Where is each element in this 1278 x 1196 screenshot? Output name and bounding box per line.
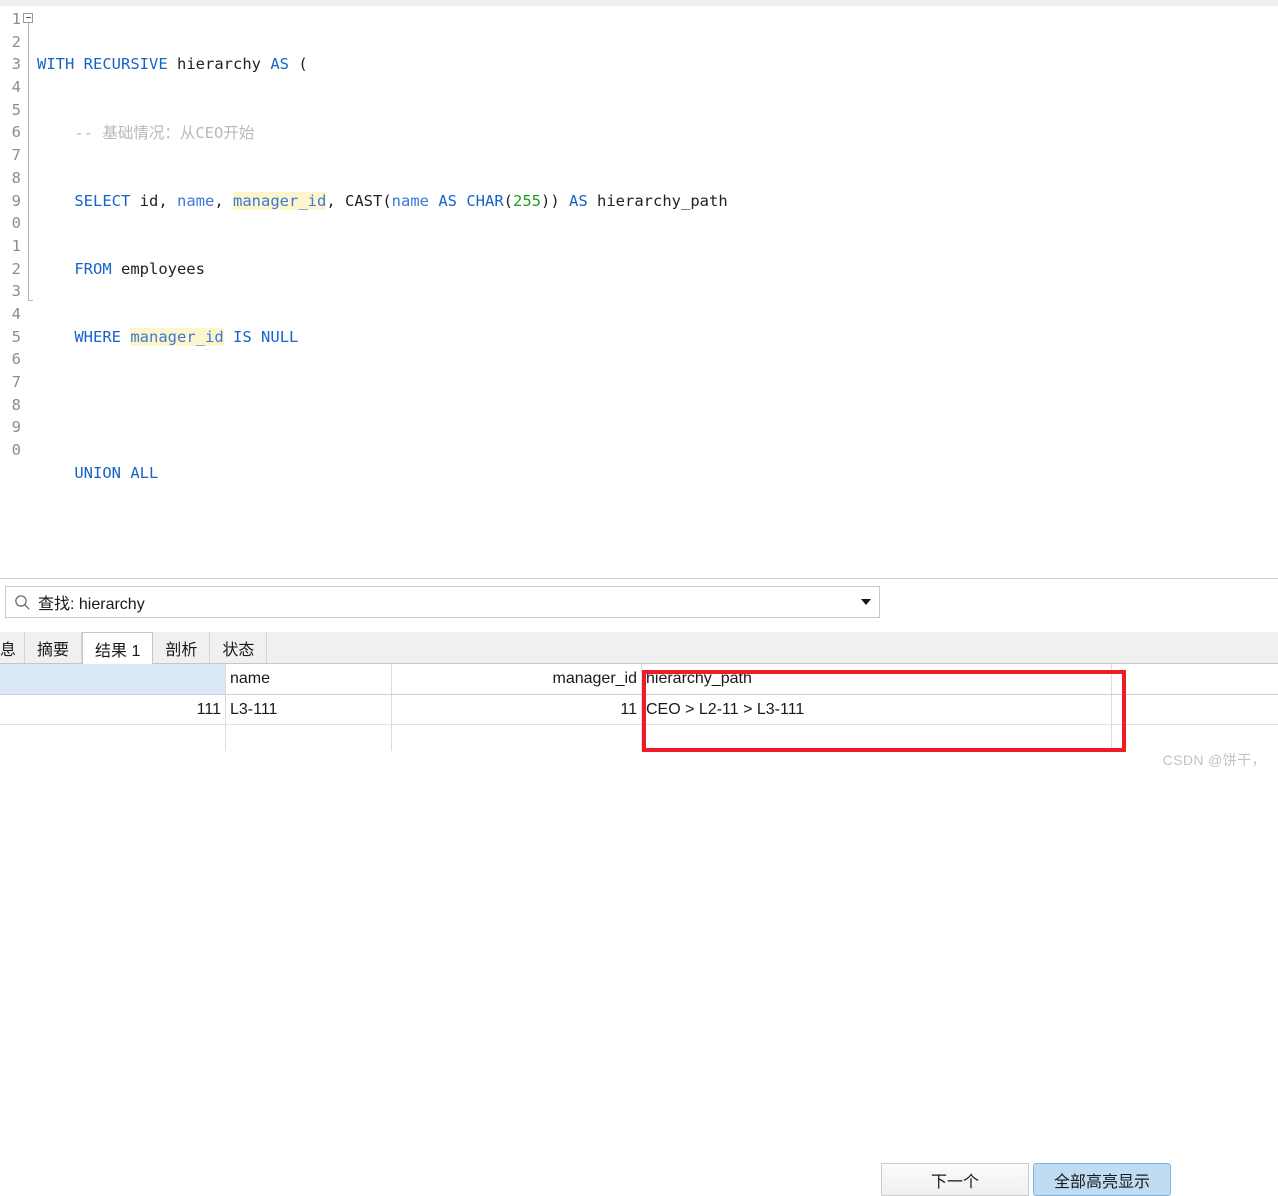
code-folding-gutter[interactable] (22, 6, 36, 578)
code-area[interactable]: 1 2 3 4 5 6 7 8 9 0 1 2 3 4 5 6 7 8 9 0 (0, 6, 1278, 578)
tab-bar-filler (267, 632, 1278, 663)
code-line-1: WITH RECURSIVE hierarchy AS ( (37, 55, 308, 74)
find-bar: 查找: hierarchy 下一个 全部高亮显示 (0, 578, 1278, 1196)
cell-manager-id[interactable]: 11 (392, 695, 642, 724)
line-number: 8 (11, 168, 21, 187)
cell-empty-id (0, 725, 226, 751)
search-input-value: 查找: hierarchy (38, 596, 145, 613)
search-icon (15, 594, 30, 610)
line-number: 1 (11, 236, 21, 255)
code-text[interactable]: WITH RECURSIVE hierarchy AS ( -- 基础情况：从C… (36, 6, 1278, 578)
column-header-name[interactable]: name (226, 664, 392, 694)
line-number-gutter: 1 2 3 4 5 6 7 8 9 0 1 2 3 4 5 6 7 8 9 0 (0, 6, 22, 578)
line-number: 2 (11, 259, 21, 278)
cell-hierarchy-path[interactable]: CEO > L2-11 > L3-111 (642, 695, 1112, 724)
grid-empty-row (0, 725, 1278, 751)
line-number: 6 (11, 350, 21, 369)
line-number: 7 (11, 146, 21, 165)
line-number: 5 (11, 327, 21, 346)
cell-name[interactable]: L3-111 (226, 695, 392, 724)
code-line-5: WHERE manager_id IS NULL (74, 327, 299, 346)
line-number: 9 (11, 418, 21, 437)
column-header-id[interactable] (0, 664, 226, 694)
chevron-down-icon[interactable] (861, 599, 871, 605)
line-number: 3 (11, 55, 21, 74)
line-number: 0 (11, 441, 21, 460)
line-number: 5 (11, 100, 21, 119)
grid-table: name manager_id hierarchy_path 111 L3-11… (0, 664, 1278, 751)
cell-empty-filler (1112, 725, 1278, 751)
column-header-manager-id[interactable]: manager_id (392, 664, 642, 694)
code-line-3: SELECT id, name, manager_id, CAST(name A… (74, 191, 728, 210)
tab-summary[interactable]: 摘要 (25, 632, 83, 663)
line-number: 8 (11, 395, 21, 414)
tab-info[interactable]: 息 (0, 632, 26, 663)
line-number: 9 (11, 191, 21, 210)
highlight-all-button[interactable]: 全部高亮显示 (1033, 1163, 1171, 1196)
search-input[interactable]: 查找: hierarchy (5, 586, 880, 618)
code-line-7: UNION ALL (74, 463, 159, 482)
cell-empty-manager-id (392, 725, 642, 751)
code-line-2: -- 基础情况：从CEO开始 (37, 123, 255, 142)
line-number: 4 (11, 304, 21, 323)
find-next-button[interactable]: 下一个 (881, 1163, 1029, 1196)
line-number: 1 (11, 10, 21, 28)
cell-filler (1112, 695, 1278, 724)
fold-range-line (28, 23, 29, 301)
line-number: 4 (11, 78, 21, 97)
line-number: 7 (11, 373, 21, 391)
cell-empty-hierarchy-path (642, 725, 1112, 751)
result-grid[interactable]: name manager_id hierarchy_path 111 L3-11… (0, 664, 1278, 779)
table-row[interactable]: 111 L3-111 11 CEO > L2-11 > L3-111 (0, 695, 1278, 725)
line-number: 6 (11, 123, 21, 142)
line-number: 2 (11, 32, 21, 51)
column-header-filler (1112, 664, 1278, 694)
fold-collapse-icon[interactable] (23, 12, 33, 23)
cell-id[interactable]: 111 (0, 695, 226, 724)
result-tab-bar: 息 摘要 结果 1 剖析 状态 (0, 632, 1278, 664)
sql-editor[interactable]: 1 2 3 4 5 6 7 8 9 0 1 2 3 4 5 6 7 8 9 0 (0, 0, 1278, 578)
tab-profile[interactable]: 剖析 (153, 632, 211, 663)
code-line-4: FROM employees (74, 259, 205, 278)
grid-header-row: name manager_id hierarchy_path (0, 664, 1278, 695)
watermark: CSDN @饼干， (1162, 752, 1266, 768)
cell-empty-name (226, 725, 392, 751)
fold-range-foot (28, 300, 33, 301)
column-header-hierarchy-path[interactable]: hierarchy_path (642, 664, 1112, 694)
line-number: 3 (11, 282, 21, 301)
line-number: 0 (11, 214, 21, 233)
tab-result-1[interactable]: 结果 1 (82, 632, 154, 664)
tab-status[interactable]: 状态 (210, 632, 268, 663)
